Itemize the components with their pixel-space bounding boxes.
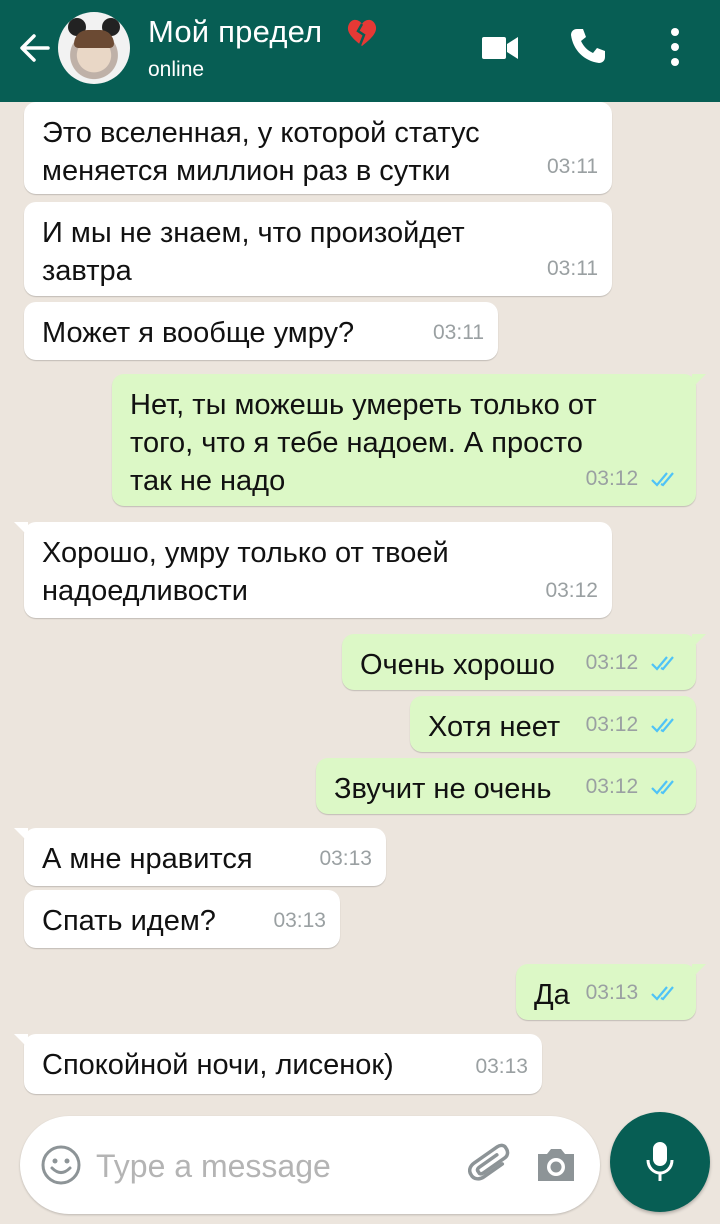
message-outgoing[interactable]: Нет, ты можешь умереть только от того, ч… — [112, 374, 706, 506]
message-time: 03:12 — [585, 713, 639, 736]
message-meta: 03:12 — [586, 768, 682, 806]
message-outgoing[interactable]: Звучит не очень 03:12 — [316, 758, 696, 814]
double-check-icon — [651, 718, 674, 733]
back-arrow-icon[interactable] — [14, 28, 54, 68]
contact-name[interactable]: Мой предел — [148, 14, 322, 50]
message-meta: 03:12 — [586, 644, 682, 682]
message-time: 03:12 — [585, 775, 639, 798]
more-vert-icon[interactable] — [660, 26, 690, 68]
message-time: 03:12 — [545, 579, 598, 602]
message-time: 03:13 — [273, 909, 326, 932]
double-check-icon — [651, 472, 674, 487]
message-meta: 03:13 — [586, 974, 682, 1012]
message-incoming[interactable]: Спокойной ночи, лисенок) 03:13 — [14, 1034, 542, 1094]
message-outgoing[interactable]: Да 03:13 — [516, 964, 706, 1020]
contact-status: online — [148, 58, 205, 81]
bubble-tail — [692, 634, 706, 648]
message-composer — [20, 1116, 600, 1214]
message-incoming[interactable]: А мне нравится 03:13 — [14, 828, 386, 886]
broken-heart-icon — [347, 19, 377, 46]
message-outgoing[interactable]: Очень хорошо 03:12 — [342, 634, 706, 690]
message-time: 03:13 — [585, 981, 639, 1004]
message-input[interactable] — [94, 1142, 438, 1190]
video-call-icon[interactable] — [480, 30, 520, 66]
message-list[interactable]: Это вселенная, у которой статус меняется… — [0, 102, 720, 1114]
bubble-tail — [14, 828, 28, 842]
message-time: 03:12 — [585, 467, 639, 490]
message-outgoing[interactable]: Хотя неет 03:12 — [410, 696, 696, 752]
message-text: Спокойной ночи, лисенок) — [42, 1049, 394, 1081]
double-check-icon — [651, 656, 674, 671]
chat-header: Мой предел online — [0, 0, 720, 102]
emoji-icon[interactable] — [40, 1144, 82, 1186]
message-time: 03:13 — [319, 847, 372, 870]
camera-icon[interactable] — [534, 1146, 578, 1184]
double-check-icon — [651, 986, 674, 1001]
message-time: 03:12 — [585, 651, 639, 674]
avatar-hair — [74, 30, 114, 48]
avatar[interactable] — [58, 12, 130, 84]
message-text: Хорошо, умру только от твоей надоедливос… — [42, 537, 449, 607]
bubble-tail — [692, 374, 706, 388]
voice-message-button[interactable] — [610, 1112, 710, 1212]
message-incoming[interactable]: Спать идем? 03:13 — [24, 890, 340, 948]
bubble-tail — [14, 522, 28, 536]
message-incoming[interactable]: Хорошо, умру только от твоей надоедливос… — [14, 522, 612, 618]
phone-icon[interactable] — [568, 26, 608, 66]
message-text: Это вселенная, у которой статус меняется… — [42, 117, 480, 187]
bubble-tail — [692, 964, 706, 978]
message-incoming[interactable]: Может я вообще умру? 03:11 — [24, 302, 498, 360]
message-meta: 03:12 — [586, 460, 682, 498]
message-time: 03:11 — [433, 321, 484, 344]
message-time: 03:13 — [475, 1055, 528, 1078]
microphone-icon — [646, 1142, 674, 1181]
message-incoming[interactable]: Это вселенная, у которой статус меняется… — [24, 102, 612, 194]
message-incoming[interactable]: И мы не знаем, что произойдет завтра 03:… — [24, 202, 612, 296]
double-check-icon — [651, 780, 674, 795]
message-meta: 03:12 — [586, 706, 682, 744]
message-time: 03:11 — [547, 257, 598, 280]
paperclip-icon[interactable] — [468, 1140, 514, 1190]
message-text: Может я вообще умру? — [42, 317, 355, 349]
message-time: 03:11 — [547, 155, 598, 178]
message-text: И мы не знаем, что произойдет завтра — [42, 217, 465, 287]
bubble-tail — [14, 1034, 28, 1048]
